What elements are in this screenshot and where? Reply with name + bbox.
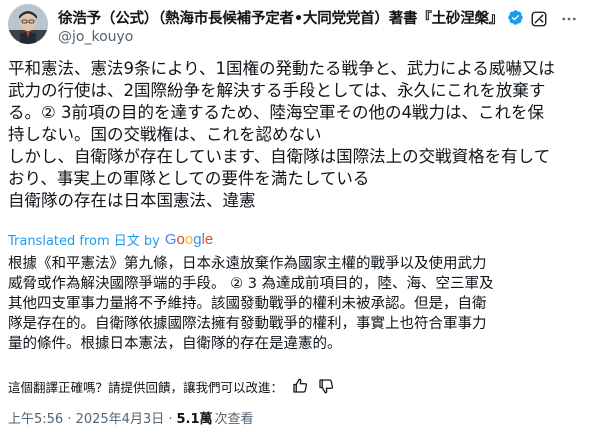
post-text-line: 武力の行使は、2国際紛争を解決する手段としては、永久にこれを放棄す (8, 81, 546, 100)
post-text: 平和憲法、憲法9条により、1国権の発動たる戦争と、武力による威嚇又は 武力の行使… (8, 58, 582, 212)
feedback-prompt: 這個翻譯正確嗎？請提供回饋，讓我們可以改進： (8, 379, 284, 395)
post-text-line: しかし、自衛隊が存在しています、自衛隊は国際法上の交戦資格を有して (8, 147, 551, 166)
post-timestamp[interactable]: 上午5:56 · 2025年4月3日 · (8, 408, 172, 427)
more-options-button[interactable] (558, 8, 580, 30)
translation-feedback: 這個翻譯正確嗎？請提供回饋，讓我們可以改進： (8, 376, 335, 396)
views-count: 5.1萬 (176, 411, 213, 427)
thumbs-down-icon[interactable] (317, 377, 335, 395)
post-text-line: る。② 3前項の目的を達するため、陸海空軍その他の4戦力は、これを保 (8, 103, 545, 122)
translation-attribution[interactable]: Translated from 日文 by Google (8, 229, 213, 249)
translated-text-line: 隊是存在的。自衛隊依據國際法擁有發動戰爭的權利，事實上也符合軍事力 (8, 316, 487, 332)
author-names: 徐浩予（公式）（熱海市長候補予定者•大同党党首）著書『土砂涅槃』 @jo_kou… (58, 7, 524, 45)
post-text-line: 持しない。国の交戦権は、これを認めない (8, 125, 322, 144)
translated-text: 根據《和平憲法》第九條，日本永遠放棄作為國家主權的戰爭以及使用武力 威脅或作為解… (8, 254, 582, 354)
post-text-line: おり、事実上の軍隊としての要件を満たしている (8, 169, 370, 188)
verified-badge-icon (507, 9, 524, 26)
post-text-line: 平和憲法、憲法9条により、1国権の発動たる戦争と、武力による威嚇又は (8, 59, 555, 78)
google-logo: Google (164, 230, 214, 248)
display-name[interactable]: 徐浩予（公式）（熱海市長候補予定者•大同党党首）著書『土砂涅槃』 (58, 7, 503, 28)
translated-text-line: 威脅或作為解決國際爭端的手段。 ② 3 為達成前項目的，陸、海、空三軍及 (8, 276, 494, 292)
avatar-image (8, 4, 48, 44)
post-meta: 上午5:56 · 2025年4月3日 · 5.1萬 次查看 (8, 407, 254, 427)
grok-button[interactable] (528, 8, 550, 30)
translated-text-line: 量的條件。根據日本憲法，自衛隊的存在是違憲的。 (8, 336, 342, 352)
avatar[interactable] (8, 4, 48, 44)
display-name-row[interactable]: 徐浩予（公式）（熱海市長候補予定者•大同党党首）著書『土砂涅槃』 (58, 7, 524, 28)
translated-from-label: Translated from 日文 by (8, 233, 160, 249)
author-handle[interactable]: @jo_kouyo (58, 29, 522, 45)
post-header: 徐浩予（公式）（熱海市長候補予定者•大同党党首）著書『土砂涅槃』 @jo_kou… (8, 4, 582, 48)
more-horizontal-icon (562, 17, 576, 21)
post-text-line: 自衛隊の存在は日本国憲法、違憲 (8, 191, 256, 210)
translated-text-line: 根據《和平憲法》第九條，日本永遠放棄作為國家主權的戰爭以及使用武力 (8, 256, 487, 272)
views-label: 次查看 (214, 411, 254, 427)
grok-icon (531, 11, 547, 27)
thumbs-up-icon[interactable] (291, 377, 309, 395)
translated-text-line: 其他四支軍事力量將不予維持。該國發動戰爭的權利未被承認。但是，自衛 (8, 296, 487, 312)
